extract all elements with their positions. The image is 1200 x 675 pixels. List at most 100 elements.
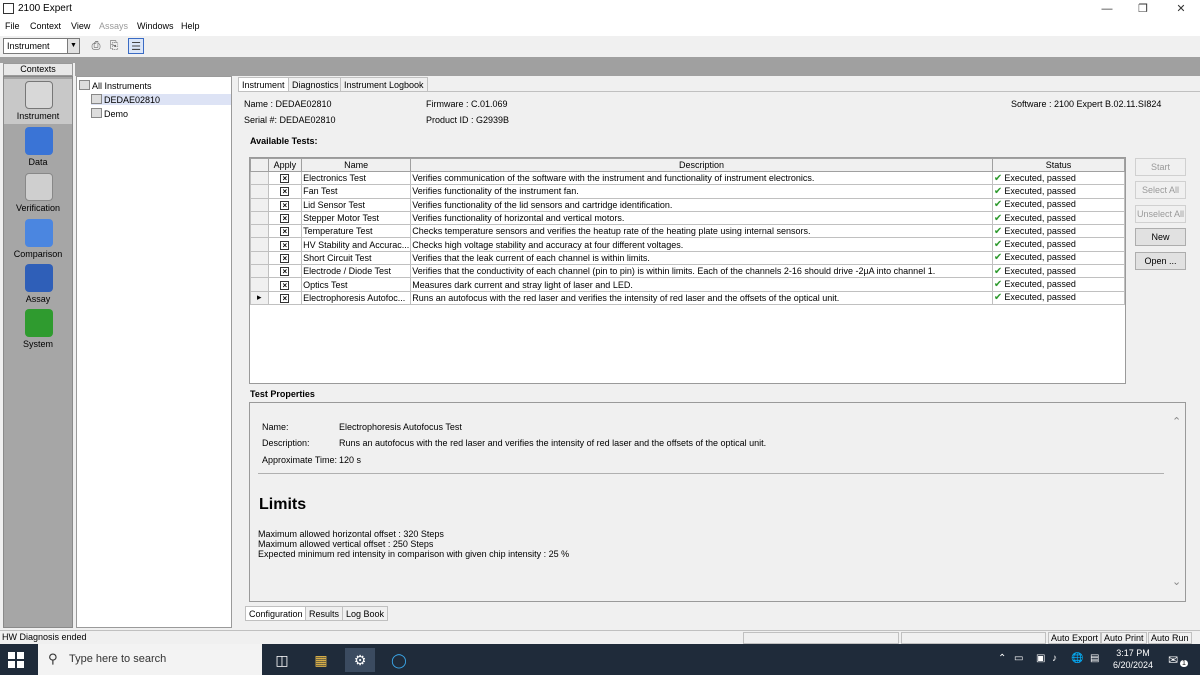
- select-all-button[interactable]: Select All: [1135, 181, 1186, 199]
- tab-instrument[interactable]: Instrument: [238, 77, 289, 92]
- apply-checkbox[interactable]: ×: [280, 174, 290, 184]
- check-icon: ✔: [993, 252, 1003, 264]
- tab-results[interactable]: Results: [305, 606, 344, 621]
- unselect-all-button[interactable]: Unselect All: [1135, 205, 1186, 223]
- apply-checkbox[interactable]: ×: [280, 293, 290, 303]
- menu-windows[interactable]: Windows: [137, 21, 174, 31]
- row-header[interactable]: ▸: [250, 290, 269, 305]
- open-button[interactable]: Open ...: [1135, 252, 1186, 270]
- row-header[interactable]: [250, 277, 269, 292]
- table-row[interactable]: × Fan Test Verifies functionality of the i…: [250, 184, 1126, 199]
- column-header-description[interactable]: Description: [410, 158, 993, 172]
- table-row[interactable]: × Stepper Motor Test Verifies functionalit…: [250, 210, 1126, 226]
- search-icon: ⚲: [48, 651, 58, 666]
- row-header[interactable]: [250, 184, 269, 199]
- auto-run-indicator[interactable]: Auto Run: [1148, 632, 1192, 644]
- scroll-down-icon[interactable]: ⌄: [1172, 575, 1181, 588]
- tab-instrument-logbook[interactable]: Instrument Logbook: [340, 77, 428, 92]
- table-row[interactable]: × Temperature Test Checks temperature sens…: [250, 224, 1126, 239]
- row-header[interactable]: [250, 197, 269, 212]
- tab-configuration[interactable]: Configuration: [245, 606, 307, 621]
- table-row[interactable]: × Electronics Test Verifies communication …: [250, 170, 1126, 186]
- menu-bar: File Context View Assays Windows Help: [0, 18, 1200, 36]
- context-assay[interactable]: Assay: [4, 262, 72, 307]
- close-button[interactable]: ✕: [1158, 0, 1200, 18]
- table-row[interactable]: × Short Circuit Test Verifies that the lea…: [250, 250, 1126, 266]
- table-row[interactable]: × HV Stability and Accurac... Checks high …: [250, 237, 1126, 252]
- status-text: Executed, passed: [1004, 292, 1076, 303]
- context-comparison[interactable]: Comparison: [4, 217, 72, 262]
- network-icon[interactable]: ▣: [1036, 653, 1045, 664]
- apply-checkbox[interactable]: ×: [280, 280, 290, 290]
- test-status: ✔ Executed, passed: [991, 197, 1126, 212]
- apply-checkbox[interactable]: ×: [280, 200, 290, 210]
- context-system[interactable]: System: [4, 307, 72, 352]
- column-header-name[interactable]: Name: [301, 158, 412, 172]
- file-explorer-icon[interactable]: ▦: [309, 648, 333, 672]
- start-button[interactable]: Start: [1135, 158, 1186, 176]
- scroll-up-icon[interactable]: ⌃: [1172, 415, 1181, 428]
- tray-chevron-icon[interactable]: ⌃: [998, 653, 1006, 664]
- tree-node-dedae02810[interactable]: DEDAE02810: [91, 94, 231, 105]
- windows-start-icon[interactable]: [8, 652, 24, 668]
- edge-browser-icon[interactable]: ◯: [387, 648, 411, 672]
- available-tests-label: Available Tests:: [250, 136, 318, 146]
- chevron-down-icon[interactable]: ▼: [67, 39, 79, 53]
- clock[interactable]: 3:17 PM 6/20/2024: [1106, 647, 1160, 671]
- battery-icon[interactable]: ▭: [1014, 653, 1023, 664]
- task-view-icon[interactable]: ◫: [270, 648, 294, 672]
- comparison-icon: [25, 219, 53, 247]
- menu-file[interactable]: File: [5, 21, 20, 31]
- menu-context[interactable]: Context: [30, 21, 61, 31]
- tab-diagnostics[interactable]: Diagnostics: [288, 77, 343, 92]
- language-icon[interactable]: 🌐: [1071, 653, 1083, 664]
- apply-checkbox[interactable]: ×: [280, 214, 290, 224]
- context-instrument[interactable]: Instrument: [4, 79, 72, 124]
- apply-checkbox[interactable]: ×: [280, 240, 290, 250]
- tree-view-icon[interactable]: ☰: [128, 38, 144, 54]
- auto-print-indicator[interactable]: Auto Print: [1101, 632, 1147, 644]
- context-data[interactable]: Data: [4, 125, 72, 170]
- column-header-status[interactable]: Status: [991, 158, 1126, 172]
- row-header[interactable]: [250, 210, 269, 226]
- print-setup-icon[interactable]: ⎙: [88, 38, 104, 54]
- menu-help[interactable]: Help: [181, 21, 200, 31]
- apply-checkbox[interactable]: ×: [280, 267, 290, 277]
- row-header[interactable]: [250, 264, 269, 279]
- test-description: Checks temperature sensors and verifies …: [410, 224, 993, 239]
- table-row[interactable]: ▸ × Electrophoresis Autofoc... Runs an auto…: [250, 290, 1126, 305]
- row-header[interactable]: [250, 170, 269, 186]
- apply-cell: ×: [267, 290, 303, 305]
- context-combo[interactable]: Instrument ▼: [3, 38, 80, 54]
- instrument-serial: Serial #: DEDAE02810: [244, 115, 336, 125]
- column-header-apply[interactable]: Apply: [267, 158, 303, 172]
- context-label: Verification: [15, 203, 61, 213]
- tree-root[interactable]: All Instruments: [79, 80, 152, 91]
- new-button[interactable]: New: [1135, 228, 1186, 246]
- row-header[interactable]: [250, 250, 269, 266]
- table-row[interactable]: × Electrode / Diode Test Verifies that the…: [250, 264, 1126, 279]
- meet-now-icon[interactable]: ▤: [1090, 653, 1099, 664]
- menu-view[interactable]: View: [71, 21, 90, 31]
- apply-checkbox[interactable]: ×: [280, 187, 290, 197]
- table-row[interactable]: × Optics Test Measures dark current and st…: [250, 277, 1126, 292]
- apply-checkbox[interactable]: ×: [280, 253, 290, 263]
- context-verification[interactable]: Verification: [4, 171, 72, 216]
- taskbar-search[interactable]: ⚲ Type here to search: [38, 644, 262, 675]
- table-row[interactable]: × Lid Sensor Test Verifies functionality o…: [250, 197, 1126, 212]
- apply-checkbox[interactable]: ×: [280, 227, 290, 237]
- divider: [258, 473, 1164, 474]
- volume-icon[interactable]: ♪: [1052, 653, 1057, 664]
- row-header[interactable]: [250, 224, 269, 239]
- test-name: Fan Test: [301, 184, 412, 199]
- printer-icon[interactable]: ⎘: [106, 38, 122, 54]
- tree-node-demo[interactable]: Demo: [91, 108, 128, 119]
- apply-cell: ×: [267, 250, 303, 266]
- test-description: Measures dark current and stray light of…: [410, 277, 993, 292]
- auto-export-indicator[interactable]: Auto Export: [1048, 632, 1102, 644]
- menu-assays[interactable]: Assays: [99, 21, 128, 31]
- notification-icon[interactable]: ✉: [1168, 653, 1178, 667]
- row-header[interactable]: [250, 237, 269, 252]
- 2100-expert-taskbar-icon[interactable]: ⚙: [345, 648, 375, 672]
- tab-log-book[interactable]: Log Book: [342, 606, 389, 621]
